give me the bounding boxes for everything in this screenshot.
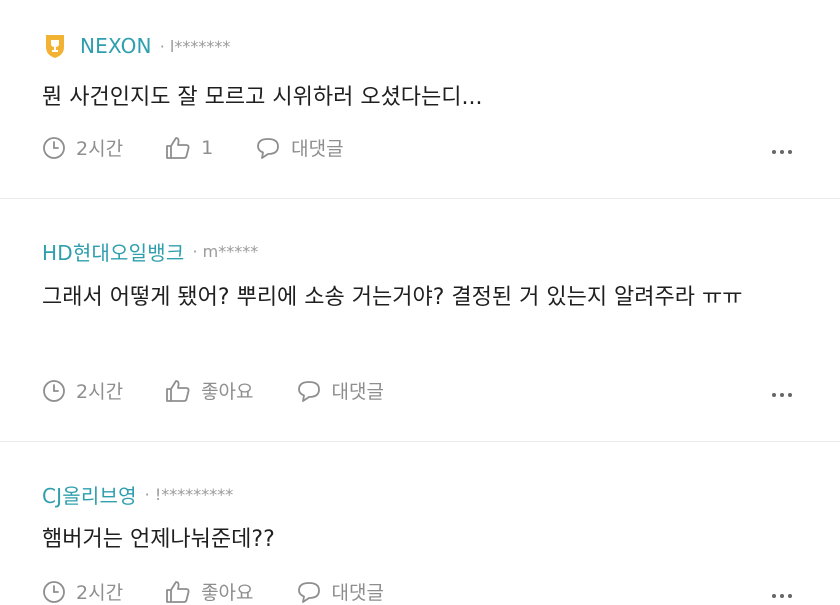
comment-header: HD현대오일뱅크 · m***** bbox=[42, 237, 258, 266]
company-name[interactable]: NEXON bbox=[80, 34, 152, 58]
reply-button[interactable]: 대댓글 bbox=[296, 578, 384, 605]
comment-header: CJ올리브영 · !********* bbox=[42, 480, 233, 509]
clock-icon bbox=[43, 379, 65, 402]
comment-text: 햄버거는 언제나눠준데?? bbox=[42, 527, 275, 552]
comment-list: NEXON · l******* 뭔 사건인지도 잘 모르고 시위하러 오셨다는… bbox=[0, 0, 840, 605]
speech-bubble-icon bbox=[297, 380, 320, 402]
comment-actions: 2시간 좋아요 대댓글 bbox=[42, 377, 426, 404]
thumbs-up-icon bbox=[166, 379, 190, 402]
time-stamp: 2시간 bbox=[42, 134, 123, 161]
reply-label: 대댓글 bbox=[331, 582, 384, 604]
trophy-icon bbox=[42, 33, 68, 59]
reply-label: 대댓글 bbox=[331, 381, 384, 403]
comment-actions: 2시간 1 대댓글 bbox=[42, 134, 386, 161]
author-name: · !********* bbox=[144, 485, 234, 504]
more-options-icon[interactable] bbox=[772, 393, 792, 397]
reply-button[interactable]: 대댓글 bbox=[296, 377, 384, 404]
time-stamp: 2시간 bbox=[42, 578, 123, 605]
more-options-icon[interactable] bbox=[772, 594, 792, 598]
comment-text: 뭔 사건인지도 잘 모르고 시위하러 오셨다는디... bbox=[42, 85, 483, 110]
thumbs-up-icon bbox=[166, 136, 190, 159]
clock-icon bbox=[43, 136, 65, 159]
company-name[interactable]: CJ올리브영 bbox=[42, 480, 137, 509]
comment-item: HD현대오일뱅크 · m***** 그래서 어떻게 됐어? 뿌리에 소송 거는거… bbox=[0, 199, 840, 442]
like-count: 1 bbox=[201, 136, 214, 159]
comment-item: CJ올리브영 · !********* 햄버거는 언제나눠준데?? 2시간 좋아… bbox=[0, 442, 840, 605]
time-label: 2시간 bbox=[76, 381, 124, 403]
like-button[interactable]: 1 bbox=[165, 136, 213, 160]
speech-bubble-icon bbox=[257, 137, 280, 159]
reply-label: 대댓글 bbox=[291, 138, 344, 160]
like-label: 좋아요 bbox=[201, 381, 254, 403]
company-name[interactable]: HD현대오일뱅크 bbox=[42, 237, 184, 266]
time-stamp: 2시간 bbox=[42, 377, 123, 404]
comment-text: 그래서 어떻게 됐어? 뿌리에 소송 거는거야? 결정된 거 있는지 알려주라 … bbox=[42, 285, 743, 310]
comment-actions: 2시간 좋아요 대댓글 bbox=[42, 578, 426, 605]
time-label: 2시간 bbox=[76, 138, 124, 160]
like-label: 좋아요 bbox=[201, 582, 254, 604]
more-options-icon[interactable] bbox=[772, 150, 792, 154]
reply-button[interactable]: 대댓글 bbox=[255, 134, 344, 161]
like-button[interactable]: 좋아요 bbox=[165, 578, 254, 605]
author-name: · m***** bbox=[192, 242, 259, 261]
time-label: 2시간 bbox=[76, 582, 124, 604]
comment-item: NEXON · l******* 뭔 사건인지도 잘 모르고 시위하러 오셨다는… bbox=[0, 0, 840, 199]
like-button[interactable]: 좋아요 bbox=[165, 377, 254, 404]
author-name: · l******* bbox=[159, 36, 231, 56]
comment-header: NEXON · l******* bbox=[42, 33, 230, 59]
